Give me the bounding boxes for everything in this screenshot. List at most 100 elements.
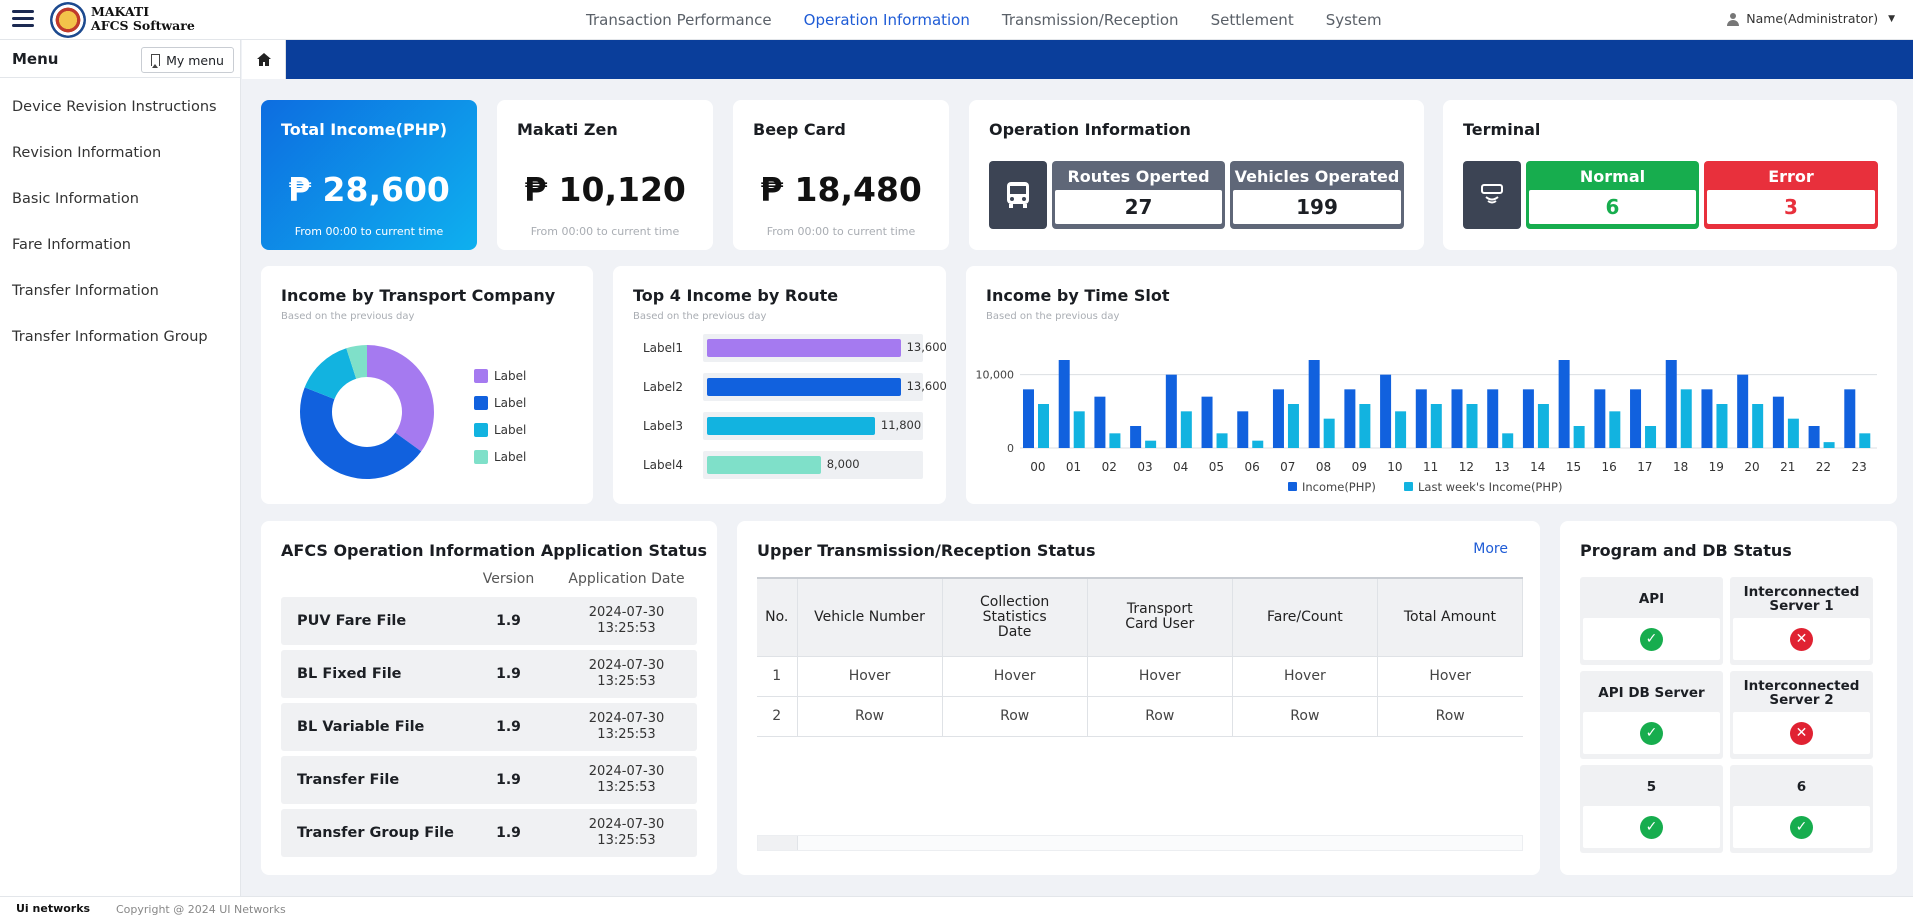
sidebar-item-fare-information[interactable]: Fare Information: [0, 222, 240, 268]
time-slot-bar[interactable]: [1573, 426, 1585, 448]
time-slot-bar[interactable]: [1844, 389, 1856, 448]
y-tick-label: 10,000: [976, 369, 1015, 382]
time-slot-bar[interactable]: [1073, 411, 1085, 448]
sidebar-item-revision-information[interactable]: Revision Information: [0, 130, 240, 176]
date-part: 2024-07-30: [588, 605, 665, 620]
legend-label: Income(PHP): [1302, 480, 1376, 494]
table-row[interactable]: 1 Hover Hover Hover Hover Hover: [757, 656, 1523, 697]
user-menu[interactable]: Name(Administrator) ▼: [1726, 11, 1895, 26]
route-bar[interactable]: [706, 377, 901, 396]
time-slot-bar[interactable]: [1287, 404, 1299, 448]
sidebar-item-device-revision-instructions[interactable]: Device Revision Instructions: [0, 84, 240, 130]
user-icon: [1727, 12, 1740, 26]
program-db-status-title: Program and DB Status: [1580, 541, 1792, 560]
time-slot-bar[interactable]: [1737, 374, 1749, 448]
time-slot-bar[interactable]: [1680, 389, 1692, 448]
time-slot-bar[interactable]: [1058, 360, 1070, 448]
operation-information-card: Operation Information Routes Operted 27 …: [969, 100, 1424, 250]
route-bar[interactable]: [706, 416, 875, 435]
time-slot-bar[interactable]: [1808, 426, 1820, 448]
routes-operated-value: 27: [1055, 190, 1222, 224]
income-by-company-legend: Label Label Label Label: [474, 362, 526, 470]
sidebar-item-transfer-information-group[interactable]: Transfer Information Group: [0, 314, 240, 360]
legend-swatch: [1288, 482, 1297, 491]
nav-transaction-performance[interactable]: Transaction Performance: [570, 0, 788, 40]
chevron-down-icon: ▼: [1888, 13, 1895, 24]
time-slot-bar[interactable]: [1859, 433, 1871, 448]
nav-settlement[interactable]: Settlement: [1195, 0, 1310, 40]
time-slot-bar[interactable]: [1023, 389, 1034, 448]
my-menu-button[interactable]: My menu: [141, 47, 234, 73]
time-slot-bar[interactable]: [1165, 374, 1177, 448]
time-slot-bar[interactable]: [1716, 404, 1728, 448]
time-slot-bar[interactable]: [1237, 411, 1249, 448]
route-bar[interactable]: [706, 455, 821, 474]
sidebar-item-transfer-information[interactable]: Transfer Information: [0, 268, 240, 314]
my-menu-label: My menu: [166, 52, 224, 68]
time-slot-bar[interactable]: [1466, 404, 1478, 448]
time-slot-bar[interactable]: [1430, 404, 1442, 448]
file-version: 1.9: [496, 772, 521, 788]
time-slot-bar[interactable]: [1308, 360, 1320, 448]
time-slot-bar[interactable]: [1201, 396, 1213, 448]
time-slot-bar[interactable]: [1145, 440, 1157, 448]
table-row[interactable]: 2 Row Row Row Row Row: [757, 696, 1523, 737]
cell: Row: [941, 696, 1088, 737]
time-slot-bar[interactable]: [1502, 433, 1514, 448]
sidebar-header: Menu My menu: [0, 40, 240, 78]
time-slot-bar[interactable]: [1772, 396, 1784, 448]
table-horizontal-scrollbar[interactable]: [757, 835, 1523, 851]
time-slot-bar[interactable]: [1522, 389, 1534, 448]
routes-operated-stat: Routes Operted 27: [1052, 161, 1225, 229]
time-slot-bar[interactable]: [1645, 426, 1657, 448]
time-slot-bar[interactable]: [1094, 396, 1106, 448]
time-slot-bar[interactable]: [1380, 374, 1392, 448]
time-slot-bar[interactable]: [1630, 389, 1642, 448]
more-link[interactable]: More: [1473, 541, 1508, 557]
time-slot-bar[interactable]: [1344, 389, 1356, 448]
time-slot-bar[interactable]: [1451, 389, 1463, 448]
time-slot-bar[interactable]: [1109, 433, 1121, 448]
date-part: 2024-07-30: [588, 658, 665, 673]
file-date: 2024-07-30 13:25:53: [556, 764, 697, 796]
makati-zen-value: ₱ 10,120: [524, 170, 686, 209]
time-slot-bar[interactable]: [1216, 433, 1228, 448]
scrollbar-thumb[interactable]: [758, 836, 798, 850]
top-route-income-title: Top 4 Income by Route: [633, 286, 839, 305]
time-slot-bar[interactable]: [1823, 442, 1835, 448]
time-slot-bar[interactable]: [1252, 440, 1264, 448]
vehicles-operated-value: 199: [1233, 190, 1401, 224]
home-icon: [256, 53, 271, 66]
time-slot-bar[interactable]: [1359, 404, 1371, 448]
time-slot-bar[interactable]: [1609, 411, 1621, 448]
time-slot-bar[interactable]: [1594, 389, 1606, 448]
legend-swatch: [474, 422, 488, 437]
terminal-title: Terminal: [1463, 120, 1541, 139]
time-slot-bar[interactable]: [1665, 360, 1677, 448]
legend-item: Label: [474, 416, 526, 443]
time-slot-bar[interactable]: [1487, 389, 1499, 448]
nav-operation-information[interactable]: Operation Information: [788, 0, 986, 40]
time-slot-bar[interactable]: [1415, 389, 1427, 448]
time-slot-bar[interactable]: [1701, 389, 1713, 448]
nav-transmission-reception[interactable]: Transmission/Reception: [986, 0, 1195, 40]
file-version: 1.9: [496, 613, 521, 629]
pie-slice[interactable]: [367, 345, 434, 452]
time-slot-bar[interactable]: [1537, 404, 1549, 448]
hamburger-menu-icon[interactable]: [12, 10, 34, 28]
home-tab[interactable]: [242, 40, 286, 79]
time-slot-bar[interactable]: [1272, 389, 1284, 448]
time-slot-bar[interactable]: [1180, 411, 1192, 448]
time-slot-bar[interactable]: [1787, 418, 1799, 448]
time-slot-bar[interactable]: [1130, 426, 1142, 448]
time-slot-bar[interactable]: [1323, 418, 1335, 448]
route-bar[interactable]: [706, 338, 901, 357]
nav-system[interactable]: System: [1310, 0, 1398, 40]
sidebar-item-basic-information[interactable]: Basic Information: [0, 176, 240, 222]
time-slot-bar[interactable]: [1395, 411, 1407, 448]
time-slot-bar[interactable]: [1038, 404, 1049, 448]
time-slot-bar[interactable]: [1752, 404, 1764, 448]
time-slot-bar[interactable]: [1558, 360, 1570, 448]
file-name: BL Fixed File: [297, 666, 402, 682]
